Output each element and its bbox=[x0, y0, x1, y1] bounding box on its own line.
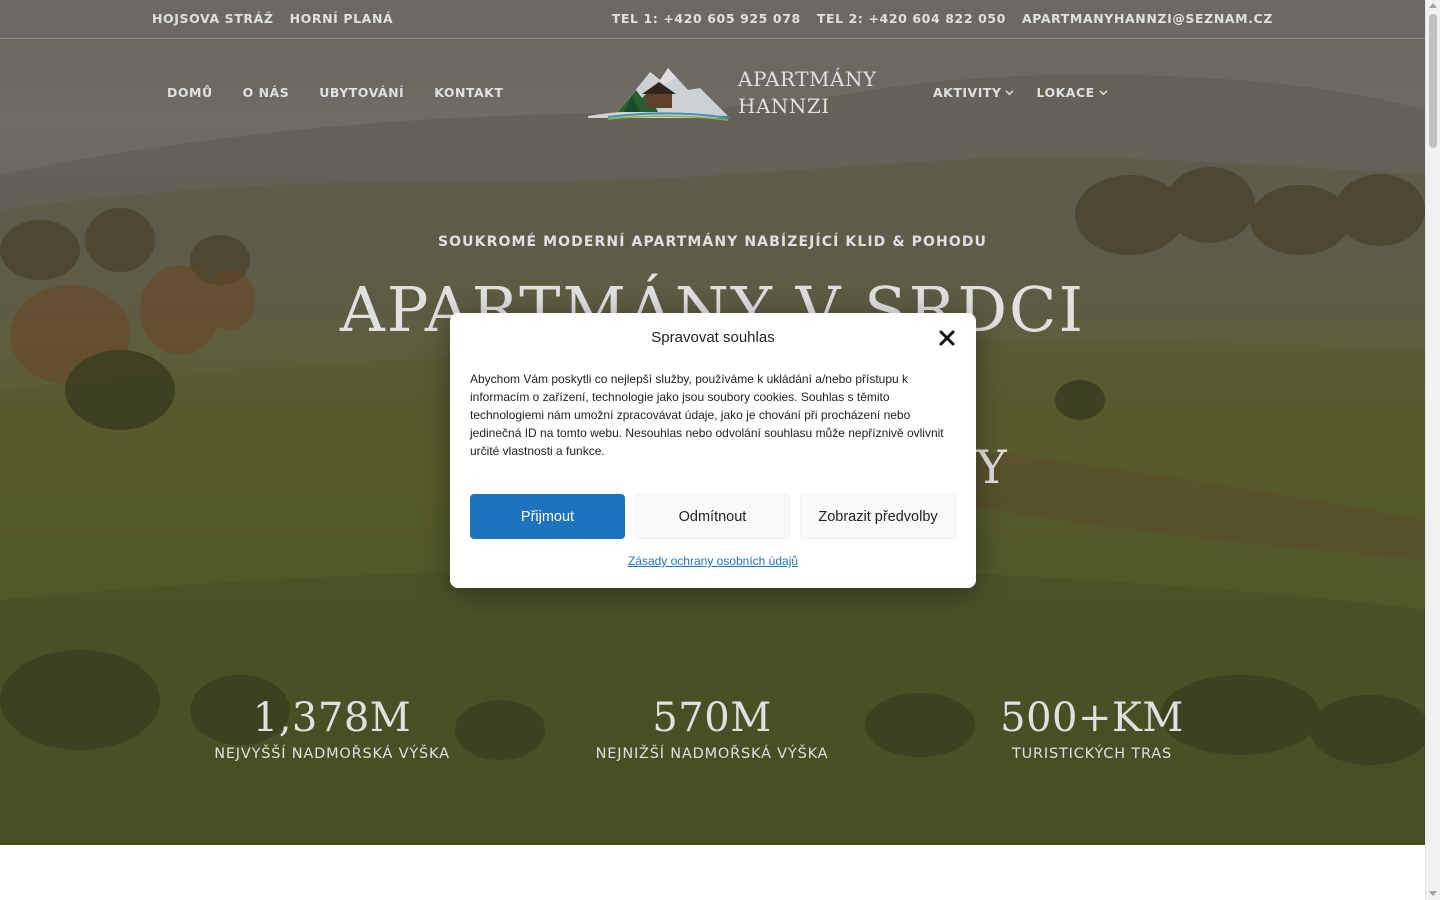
scroll-down-arrow-icon[interactable] bbox=[1429, 891, 1437, 896]
scrollbar-thumb[interactable] bbox=[1429, 14, 1437, 148]
view-preferences-button[interactable]: Zobrazit předvolby bbox=[800, 494, 956, 539]
cookie-consent-modal: Spravovat souhlas Abychom Vám poskytli c… bbox=[450, 313, 976, 588]
accept-button[interactable]: Přijmout bbox=[470, 494, 625, 539]
deny-button[interactable]: Odmítnout bbox=[635, 494, 790, 539]
page-scrollbar[interactable] bbox=[1425, 0, 1440, 900]
scroll-up-arrow-icon[interactable] bbox=[1429, 3, 1437, 8]
close-icon[interactable] bbox=[938, 329, 956, 347]
privacy-policy-link[interactable]: Zásady ochrany osobních údajů bbox=[628, 554, 798, 568]
cookie-modal-body: Abychom Vám poskytli co nejlepší služby,… bbox=[470, 372, 944, 458]
privacy-policy-container: Zásady ochrany osobních údajů bbox=[450, 554, 976, 568]
cookie-modal-title: Spravovat souhlas bbox=[651, 329, 775, 346]
